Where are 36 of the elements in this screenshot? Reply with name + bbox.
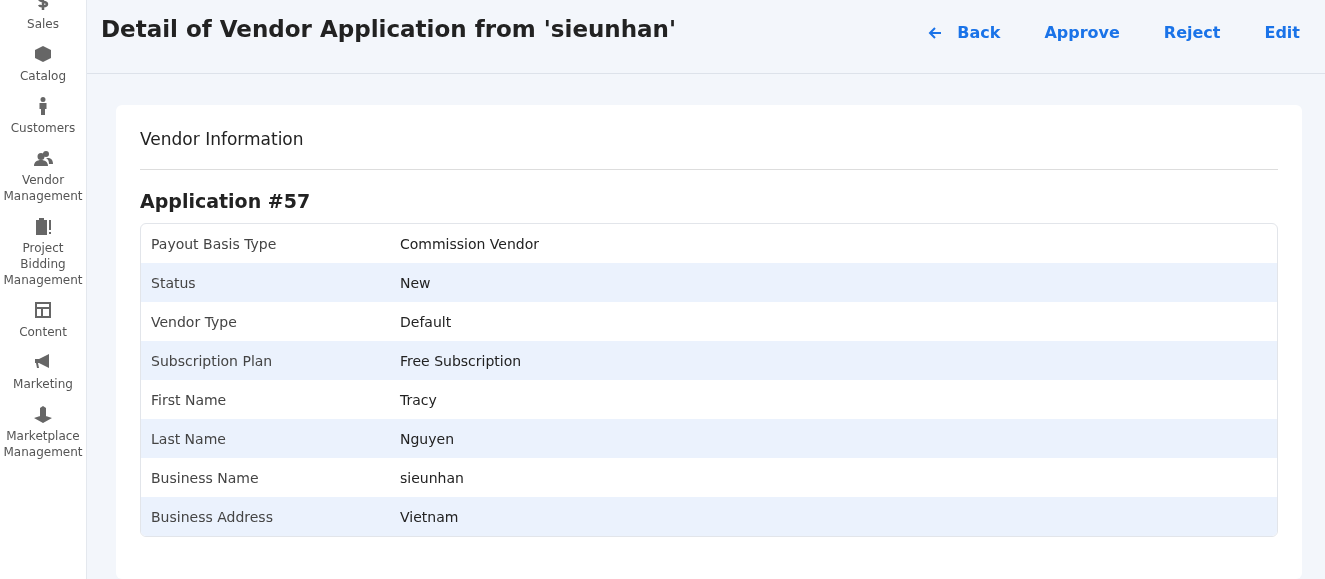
page-title: Detail of Vendor Application from 'sieunhan' [101, 16, 677, 42]
field-label: Subscription Plan [150, 352, 274, 369]
field-value: Nguyen [400, 430, 454, 447]
menu-item-label[interactable]: Marketing [3, 376, 83, 392]
field-value: New [400, 274, 431, 291]
people-icon[interactable] [33, 148, 53, 168]
menu-item-label[interactable]: Marketplace Management [3, 428, 83, 460]
clipboard-icon[interactable] [33, 216, 53, 236]
menu-item-label[interactable]: Vendor Management [3, 172, 83, 204]
menu-item-label[interactable]: Catalog [3, 68, 83, 84]
menu-item-label[interactable]: Content [3, 324, 83, 340]
field-value: sieunhan [400, 469, 464, 486]
layout-icon[interactable] [33, 300, 53, 320]
field-value: Vietnam [400, 508, 459, 525]
field-label: Status [150, 274, 197, 291]
action-link[interactable]: Edit [1264, 23, 1300, 42]
field-value: Tracy [400, 391, 437, 408]
field-label: Vendor Type [150, 313, 238, 330]
menu-item-label[interactable]: Customers [3, 120, 83, 136]
back-link[interactable]: Back [927, 23, 1001, 42]
field-label: Last Name [150, 430, 227, 447]
left-arrow-icon [927, 24, 944, 41]
field-label: Business Name [150, 469, 260, 486]
card-title: Vendor Information [140, 129, 305, 149]
menu-item-label[interactable]: Sales [3, 16, 83, 32]
action-link[interactable]: Approve [1044, 23, 1120, 42]
field-label: First Name [150, 391, 228, 408]
field-value: Commission Vendor [400, 235, 540, 252]
menu-item-label[interactable]: Project Bidding Management [3, 240, 83, 288]
field-label: Business Address [150, 508, 274, 525]
box-icon[interactable] [33, 44, 53, 64]
field-value: Default [400, 313, 452, 330]
field-label: Payout Basis Type [150, 235, 278, 252]
application-heading: Application #57 [140, 190, 312, 212]
action-link[interactable]: Reject [1163, 23, 1221, 42]
field-value: Free Subscription [400, 352, 522, 369]
